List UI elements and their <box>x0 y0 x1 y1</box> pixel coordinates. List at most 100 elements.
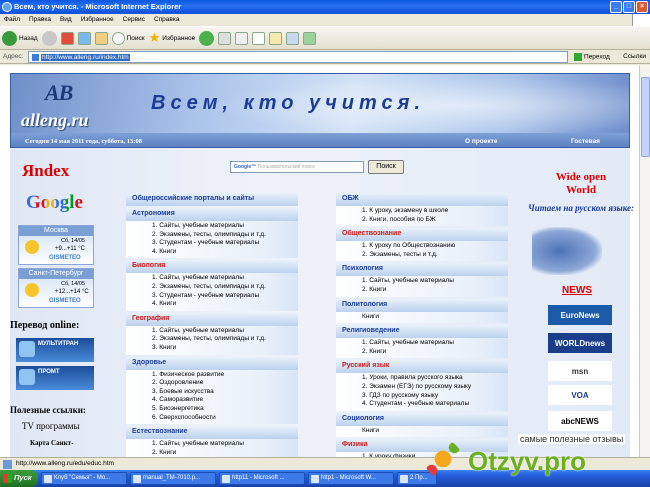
category-link[interactable]: 4. Саморазвитие <box>126 396 298 405</box>
news-link[interactable]: NEWS <box>562 285 592 296</box>
category-link[interactable]: 2. Экзамены, тесты, олимпиады и т.д. <box>126 335 298 344</box>
edit-icon[interactable] <box>269 31 283 45</box>
category-link[interactable]: 3. Книги <box>126 344 298 353</box>
category-title[interactable]: Обществознание <box>336 228 508 242</box>
category-title[interactable]: Социология <box>336 412 508 426</box>
menu-edit[interactable]: Правка <box>29 16 51 26</box>
multitran-banner[interactable]: МУЛЬТИТРАН <box>16 338 94 362</box>
category-link[interactable]: 3. ГДЗ по русскому языку <box>336 392 508 401</box>
maximize-button[interactable]: □ <box>623 1 635 13</box>
category-link[interactable]: 2. Книги, пособия по БЖ <box>336 216 508 225</box>
category-title[interactable]: Здоровье <box>126 356 298 370</box>
category-link[interactable]: 2. Книги <box>336 286 508 295</box>
search-submit-button[interactable]: Поиск <box>368 160 404 174</box>
logo-text[interactable]: alleng.ru <box>21 110 89 131</box>
about-link[interactable]: О проекте <box>465 138 497 145</box>
category-title[interactable]: Политология <box>336 298 508 312</box>
menu-tools[interactable]: Сервис <box>123 16 145 26</box>
category-link[interactable]: 1. Сайты, учебные материалы <box>336 339 508 348</box>
address-input[interactable]: http://www.alleng.ru/index.htm <box>28 51 568 63</box>
worldnews-button[interactable]: WORLDnews <box>548 333 612 353</box>
category-title[interactable]: География <box>126 312 298 326</box>
category-link[interactable]: 3. Студентам - учебные материалы <box>126 239 298 248</box>
category-link[interactable]: 6. Сверхспособности <box>126 414 298 423</box>
category-link[interactable]: 2. Экзамены, тесты и т.д. <box>336 251 508 260</box>
refresh-icon[interactable] <box>77 31 91 45</box>
task-button[interactable]: manual_TM-7010.p... <box>130 472 216 485</box>
media-icon[interactable] <box>199 30 215 46</box>
menu-file[interactable]: Файл <box>4 16 20 26</box>
search-input[interactable]: Google™ Пользовательский поиск <box>230 161 364 173</box>
weather-widget-moscow[interactable]: Москва Сб, 14/05 +9...+11 °C GISMETEO <box>18 225 94 265</box>
category-link[interactable]: 1. Сайты, учебные материалы <box>126 440 298 449</box>
category-title[interactable]: Биология <box>126 260 298 274</box>
favorites-button[interactable]: ★ Избранное <box>149 30 196 46</box>
logo-ab[interactable]: AB <box>45 80 73 106</box>
category-link[interactable]: 1. Сайты, учебные материалы <box>336 277 508 286</box>
print-icon[interactable] <box>252 31 266 45</box>
menu-view[interactable]: Вид <box>60 16 72 26</box>
links-button[interactable]: Ссылки <box>623 53 646 60</box>
category-link[interactable]: Книги <box>336 427 508 436</box>
category-link[interactable]: 1. Сайты, учебные материалы <box>126 327 298 336</box>
category-link[interactable]: 1. К уроку по Обществознанию <box>336 242 508 251</box>
category-link[interactable]: 2. Экзамены, тесты, олимпиады и т.д. <box>126 283 298 292</box>
category-title[interactable]: Психология <box>336 263 508 277</box>
category-link[interactable]: 2. Оздоровление <box>126 379 298 388</box>
category-link[interactable]: 4. Книги <box>126 248 298 257</box>
category-link[interactable]: 3. Боевые искусства <box>126 388 298 397</box>
category-link[interactable]: Книги <box>336 313 508 322</box>
category-link[interactable]: 4. Студентам - учебные материалы <box>336 400 508 409</box>
start-button[interactable]: Пуск <box>0 470 38 487</box>
stop-icon[interactable] <box>60 31 74 45</box>
voa-button[interactable]: VOA <box>548 385 612 405</box>
category-link[interactable]: 2. Книги <box>126 449 298 457</box>
forward-button[interactable] <box>41 30 57 46</box>
back-button[interactable]: Назад <box>2 30 38 46</box>
weather-widget-spb[interactable]: Санкт-Петербург Сб, 14/05 +12...+14 °C G… <box>18 268 94 308</box>
category-title[interactable]: Религиоведение <box>336 325 508 339</box>
category-title[interactable]: Общероссийские порталы и сайты <box>126 193 298 206</box>
task-button[interactable]: http1 - Microsoft W... <box>308 472 394 485</box>
tv-program-link[interactable]: TV программы <box>22 421 80 431</box>
category-title[interactable]: ОБЖ <box>336 193 508 206</box>
search-button[interactable]: Поиск <box>111 31 145 45</box>
category-link[interactable]: 4. Книги <box>126 300 298 309</box>
discuss-icon[interactable] <box>286 31 300 45</box>
euronews-button[interactable]: EuroNews <box>548 305 612 325</box>
minimize-button[interactable]: _ <box>610 1 622 13</box>
task-button[interactable]: Клуб "Семья" - Mo... <box>41 472 127 485</box>
category-title[interactable]: Астрономия <box>126 208 298 221</box>
history-icon[interactable] <box>218 31 232 45</box>
category-link[interactable]: 1. Сайты, учебные материалы <box>126 274 298 283</box>
guestbook-link[interactable]: Гостевая <box>571 138 600 145</box>
category-link[interactable]: 2. Экзамен (ЕГЭ) по русскому языку <box>336 383 508 392</box>
mail-icon[interactable] <box>235 31 249 45</box>
wide-open-world-title[interactable]: Wide open World <box>533 171 629 197</box>
task-button[interactable]: http11 - Microsoft ... <box>219 472 305 485</box>
category-link[interactable]: 1. К уроку, экзамену в школе <box>336 207 508 216</box>
msn-button[interactable]: msn <box>548 361 612 381</box>
vertical-scrollbar[interactable] <box>639 65 650 457</box>
category-link[interactable]: 3. Студентам - учебные материалы <box>126 292 298 301</box>
menu-help[interactable]: Справка <box>154 16 180 26</box>
category-link[interactable]: 1. Физическое развитие <box>126 371 298 380</box>
close-button[interactable]: × <box>636 1 648 13</box>
promt-banner[interactable]: ПРОМТ <box>16 366 94 390</box>
category-link[interactable]: 5. Биоэнергетика <box>126 405 298 414</box>
google-logo[interactable]: Google <box>26 192 83 214</box>
yandex-logo[interactable]: Яndex <box>22 161 69 181</box>
scrollbar-thumb[interactable] <box>641 77 650 157</box>
category-link[interactable]: 1. Сайты, учебные материалы <box>126 222 298 231</box>
home-icon[interactable] <box>94 31 108 45</box>
category-link[interactable]: 2. Экзамены, тесты, олимпиады и т.д. <box>126 231 298 240</box>
category-link[interactable]: 2. Книги <box>336 348 508 357</box>
map-link[interactable]: Карта Санкт- <box>30 439 73 447</box>
abcnews-button[interactable]: abcNEWS <box>548 411 612 431</box>
category-title[interactable]: Русский язык <box>336 360 508 374</box>
go-button[interactable]: Переход <box>574 53 610 61</box>
category-link[interactable]: 1. Уроки, правила русского языка <box>336 374 508 383</box>
messenger-icon[interactable] <box>303 31 317 45</box>
menu-favorites[interactable]: Избранное <box>81 16 114 26</box>
category-title[interactable]: Естествознание <box>126 426 298 440</box>
